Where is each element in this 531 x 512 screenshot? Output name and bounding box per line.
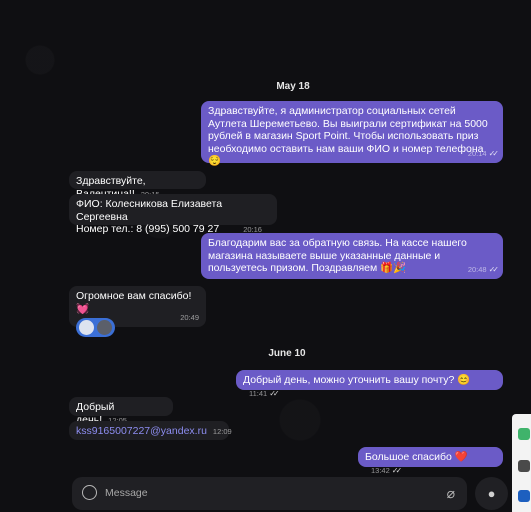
message-text: ФИО: Колесникова Елизавета Сергеевна: [76, 198, 223, 223]
message-outgoing[interactable]: Здравствуйте, я администратор социальных…: [201, 101, 503, 167]
smile-icon[interactable]: [82, 485, 97, 500]
reaction-pill[interactable]: [76, 318, 115, 337]
microphone-icon[interactable]: ●: [475, 477, 508, 510]
read-checks-icon: ✓✓: [488, 264, 500, 274]
message-incoming[interactable]: Огромное вам спасибо!💓 20:49: [69, 286, 206, 337]
message-outgoing[interactable]: Большое спасибо ❤️ 13:42 ✓✓: [358, 447, 503, 475]
app-icon[interactable]: [518, 428, 530, 440]
message-input[interactable]: Message: [105, 487, 148, 499]
message-outgoing[interactable]: Добрый день, можно уточнить вашу почту? …: [236, 370, 503, 398]
message-time: 20:14: [467, 148, 487, 158]
message-incoming[interactable]: Добрый день! 12:05: [69, 397, 173, 426]
message-incoming[interactable]: ФИО: Колесникова Елизавета Сергеевна Ном…: [69, 194, 277, 235]
read-checks-icon: ✓✓: [269, 388, 280, 398]
message-text: Здравствуйте, я администратор социальных…: [208, 105, 488, 167]
email-link[interactable]: kss9165007227@yandex.ru: [76, 425, 207, 437]
message-text: Добрый день, можно уточнить вашу почту? …: [243, 374, 471, 386]
message-time: 20:49: [180, 312, 199, 322]
app-icon[interactable]: [518, 490, 530, 502]
read-checks-icon: ✓✓: [391, 465, 403, 475]
reaction-avatar-icon: [97, 320, 112, 335]
message-text: Большое спасибо ❤️: [365, 451, 468, 463]
app-icon[interactable]: [518, 460, 530, 472]
message-time: 20:48: [467, 264, 487, 274]
message-composer[interactable]: Message ⌀: [72, 477, 467, 510]
read-checks-icon: ✓✓: [488, 148, 500, 158]
message-text: Номер тел.: 8 (995) 500 79 27: [76, 223, 220, 235]
reaction-avatar-icon: [79, 320, 94, 335]
message-time: 12:09: [212, 427, 232, 436]
date-separator: May 18: [276, 81, 310, 92]
message-incoming[interactable]: Здравствуйте, Валентина!!20:15: [69, 171, 206, 200]
side-panel: [512, 414, 531, 512]
date-separator: June 10: [268, 348, 306, 359]
message-time: 11:41: [249, 388, 268, 398]
message-text: Благодарим вас за обратную связь. На кас…: [208, 237, 467, 274]
message-outgoing[interactable]: Благодарим вас за обратную связь. На кас…: [201, 233, 503, 279]
message-incoming[interactable]: kss9165007227@yandex.ru 12:09: [69, 421, 232, 440]
paperclip-icon[interactable]: ⌀: [447, 485, 455, 502]
message-time: 13:42: [371, 465, 390, 475]
